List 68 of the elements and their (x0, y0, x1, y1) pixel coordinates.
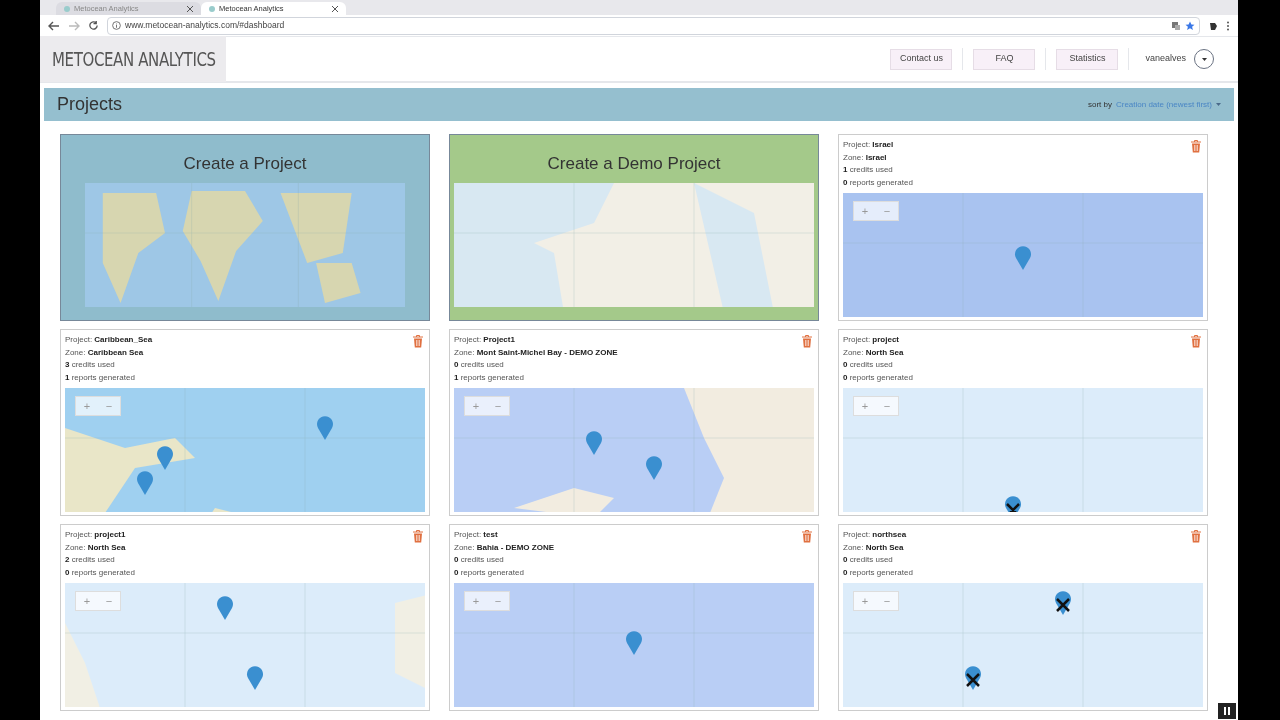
logo-text: METOCEAN ANALYTICS (52, 46, 216, 73)
project-project-text: Project: project (843, 334, 900, 346)
project-card[interactable]: Project: Project1 Zone: Mont Saint-Michel Bay - DEMO ZONE 0 credits used 1 reports generated + − (449, 329, 819, 516)
nav-button[interactable]: Contact us (890, 48, 953, 70)
star-icon[interactable] (1185, 20, 1195, 31)
caret-icon (1216, 103, 1221, 106)
project-project-text: Project: northsea (843, 529, 908, 541)
project-credits-text: 1 credits used (843, 164, 894, 176)
caret-icon (1201, 57, 1207, 61)
project-zone-text: Zone: North Sea (843, 541, 905, 554)
project-card[interactable]: Project: project1 Zone: North Sea 2 credits used 0 reports generated + − (60, 524, 430, 711)
logo[interactable]: METOCEAN ANALYTICS (40, 36, 226, 82)
project-project-text: Project: Caribbean_Sea (65, 334, 154, 346)
trash-icon[interactable] (802, 530, 812, 543)
project-credits-text: 2 credits used (65, 554, 116, 566)
project-credits-text: 3 credits used (65, 359, 116, 371)
translate-icon[interactable] (1171, 20, 1181, 31)
trash-icon[interactable] (1191, 140, 1201, 153)
nav-button[interactable]: FAQ (973, 48, 1036, 70)
project-reports-text: 0 reports generated (843, 176, 914, 189)
pause-icon[interactable] (1218, 703, 1236, 719)
project-reports-text: 1 reports generated (454, 371, 525, 384)
project-zone-text: Zone: North Sea (843, 346, 905, 359)
project-credits-text: 0 credits used (454, 554, 505, 566)
project-credits-text: 0 credits used (843, 554, 894, 566)
project-reports-text: 0 reports generated (65, 566, 136, 579)
project-reports-text: 0 reports generated (454, 566, 525, 579)
project-credits-text: 0 credits used (843, 359, 894, 371)
reload-icon[interactable] (88, 20, 99, 31)
extension-icon[interactable] (1208, 20, 1218, 31)
trash-icon[interactable] (1191, 335, 1201, 348)
project-zone-text: Zone: Bahia - DEMO ZONE (454, 541, 556, 554)
close-icon[interactable] (332, 5, 338, 12)
project-project-text: Project: test (454, 529, 499, 541)
sort-label: sort by (1087, 98, 1112, 111)
menu-icon[interactable] (1226, 20, 1230, 31)
create-project-card[interactable]: Create a Project (60, 134, 430, 321)
username[interactable]: vanealves (1145, 52, 1186, 66)
project-card[interactable]: Project: Caribbean_Sea Zone: Caribbean Sea 3 credits used 1 reports generated + − (60, 329, 430, 516)
url-text: www.metocean-analytics.com/#dashboard (125, 19, 285, 32)
address-bar[interactable]: www.metocean-analytics.com/#dashboard (107, 16, 1200, 35)
trash-icon[interactable] (1191, 530, 1201, 543)
project-zone-text: Zone: Mont Saint-Michel Bay - DEMO ZONE (454, 346, 619, 359)
project-zone-text: Zone: North Sea (65, 541, 127, 554)
project-zone-text: Zone: Caribbean Sea (65, 346, 145, 359)
project-card[interactable]: Project: Israel Zone: Israel 1 credits used 0 reports generated + − (838, 134, 1208, 321)
create-demo-project-card[interactable]: Create a Demo Project (449, 134, 819, 321)
trash-icon[interactable] (413, 530, 423, 543)
project-zone-text: Zone: Israel (843, 151, 888, 164)
project-card[interactable]: Project: northsea Zone: North Sea 0 credits used 0 reports generated + − (838, 524, 1208, 711)
project-credits-text: 0 credits used (454, 359, 505, 371)
info-icon (112, 21, 121, 30)
nav-button[interactable]: Statistics (1056, 48, 1119, 70)
project-reports-text: 0 reports generated (843, 566, 914, 579)
close-icon[interactable] (187, 5, 193, 12)
project-card[interactable]: Project: test Zone: Bahia - DEMO ZONE 0 credits used 0 reports generated + − (449, 524, 819, 711)
project-project-text: Project: Project1 (454, 334, 516, 346)
project-project-text: Project: project1 (65, 529, 127, 541)
project-project-text: Project: Israel (843, 139, 895, 151)
project-card[interactable]: Project: project Zone: North Sea 0 credits used 0 reports generated + − (838, 329, 1208, 516)
card-title: Create a Project (183, 153, 307, 175)
trash-icon[interactable] (802, 335, 812, 348)
back-icon[interactable] (48, 20, 60, 31)
trash-icon[interactable] (413, 335, 423, 348)
project-reports-text: 1 reports generated (65, 371, 136, 384)
page-title: Projects (57, 93, 123, 116)
project-reports-text: 0 reports generated (843, 371, 914, 384)
card-title: Create a Demo Project (547, 153, 721, 175)
